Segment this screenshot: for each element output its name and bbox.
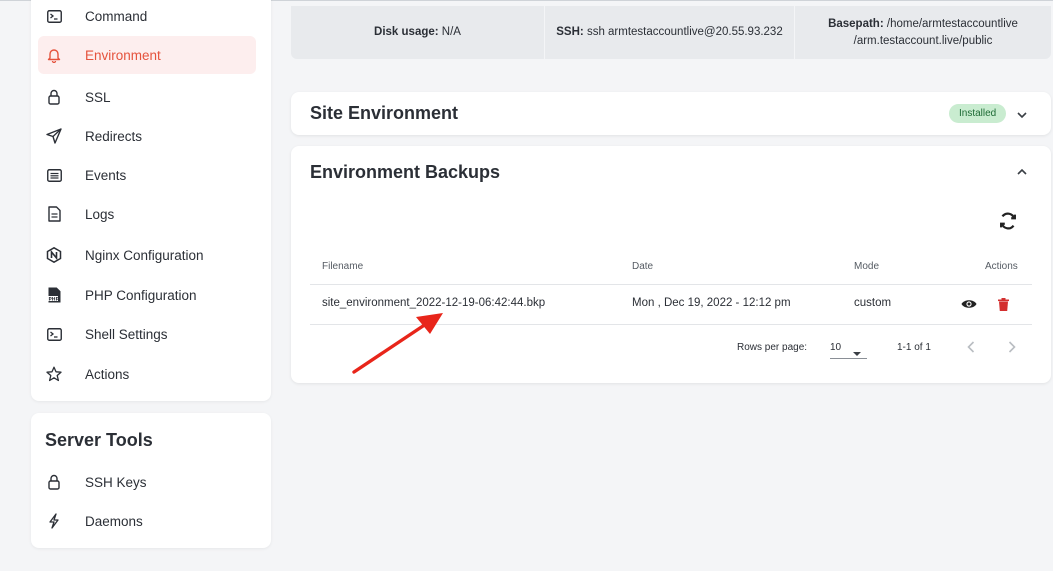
sidebar-item-nginx-configuration[interactable]: Nginx Configuration (38, 236, 256, 274)
star-icon (46, 366, 62, 382)
disk-usage-cell: Disk usage: N/A (291, 6, 545, 59)
terminal-icon (46, 8, 62, 24)
lock-icon (46, 89, 62, 105)
eye-icon[interactable] (960, 296, 978, 312)
sidebar-item-php-configuration[interactable]: PHP PHP Configuration (38, 276, 256, 314)
disk-usage-label: Disk usage: (374, 26, 439, 38)
document-icon (46, 206, 62, 222)
site-environment-panel[interactable]: Site Environment Installed (291, 92, 1051, 135)
header-divider (310, 284, 1032, 285)
sidebar-item-logs[interactable]: Logs (38, 195, 256, 233)
column-header-actions: Actions (985, 261, 1018, 272)
sidebar-item-events[interactable]: Events (38, 156, 256, 194)
column-header-mode[interactable]: Mode (854, 261, 879, 272)
chevron-right-icon[interactable] (1005, 340, 1019, 354)
sidebar-item-label: Nginx Configuration (85, 247, 204, 263)
sidebar-nav: Command Environment SSL Redirects Events… (31, 0, 271, 401)
sidebar-item-label: Daemons (85, 513, 143, 529)
lock-icon (46, 474, 62, 490)
backup-date: Mon , Dec 19, 2022 - 12:12 pm (632, 297, 791, 309)
chevron-up-icon[interactable] (1016, 165, 1028, 177)
disk-usage-value: N/A (441, 26, 461, 38)
basepath-label: Basepath: (828, 17, 884, 30)
server-tools-title: Server Tools (45, 430, 153, 450)
bolt-icon (46, 513, 62, 529)
basepath-cell: Basepath: /home/armtestaccountlive /arm.… (795, 6, 1051, 59)
terminal-icon (46, 326, 62, 342)
refresh-icon[interactable] (996, 209, 1020, 233)
bell-icon (46, 47, 62, 63)
status-badge: Installed (949, 104, 1007, 123)
rows-per-page-label: Rows per page: (737, 342, 808, 353)
column-header-date[interactable]: Date (632, 261, 653, 272)
rows-per-page-value: 10 (830, 342, 842, 353)
svg-text:PHP: PHP (48, 297, 59, 303)
sidebar-item-daemons[interactable]: Daemons (38, 502, 256, 540)
sidebar-item-label: Actions (85, 366, 130, 382)
caret-down-icon (852, 344, 862, 362)
chevron-left-icon[interactable] (964, 340, 978, 354)
site-environment-title: Site Environment (310, 103, 459, 123)
ssh-cell: SSH: ssh armtestaccountlive@20.55.93.232 (545, 6, 795, 59)
sidebar-item-command[interactable]: Command (38, 0, 256, 35)
sidebar-item-redirects[interactable]: Redirects (38, 117, 256, 155)
sidebar-item-label: Command (85, 8, 148, 24)
rows-per-page-select[interactable]: 10 (830, 336, 867, 359)
trash-icon[interactable] (996, 296, 1010, 312)
server-info-bar: Disk usage: N/A SSH: ssh armtestaccountl… (291, 6, 1051, 59)
ssh-label: SSH: (556, 26, 584, 38)
pagination-range: 1-1 of 1 (897, 342, 931, 353)
sidebar-item-label: Redirects (85, 128, 143, 144)
chevron-down-icon[interactable] (1016, 108, 1028, 120)
basepath-value-line2: /arm.testaccount.live/public (853, 34, 993, 47)
sidebar-item-actions[interactable]: Actions (38, 355, 256, 393)
sidebar-item-label: Logs (85, 206, 115, 222)
sidebar-item-ssl[interactable]: SSL (38, 78, 256, 116)
list-icon (46, 167, 62, 183)
send-icon (46, 128, 62, 144)
environment-backups-title: Environment Backups (310, 162, 501, 182)
sidebar-item-environment[interactable]: Environment (38, 36, 256, 74)
sidebar-item-ssh-keys[interactable]: SSH Keys (38, 463, 256, 501)
column-header-filename[interactable]: Filename (322, 261, 363, 272)
annotation-arrow (352, 313, 443, 374)
backup-mode: custom (854, 297, 892, 309)
sidebar-item-label: SSH Keys (85, 474, 147, 490)
sidebar-item-shell-settings[interactable]: Shell Settings (38, 315, 256, 353)
php-file-icon: PHP (46, 287, 62, 303)
sidebar-item-label: PHP Configuration (85, 287, 197, 303)
basepath-value-line1: /home/armtestaccountlive (886, 17, 1018, 30)
sidebar-item-label: Shell Settings (85, 326, 168, 342)
nginx-icon (46, 247, 62, 263)
ssh-value: ssh armtestaccountlive@20.55.93.232 (586, 26, 783, 38)
sidebar-item-label: Environment (85, 47, 161, 63)
server-tools-card: Server Tools SSH Keys Daemons (31, 413, 271, 548)
sidebar-item-label: SSL (85, 89, 111, 105)
sidebar-item-label: Events (85, 167, 127, 183)
